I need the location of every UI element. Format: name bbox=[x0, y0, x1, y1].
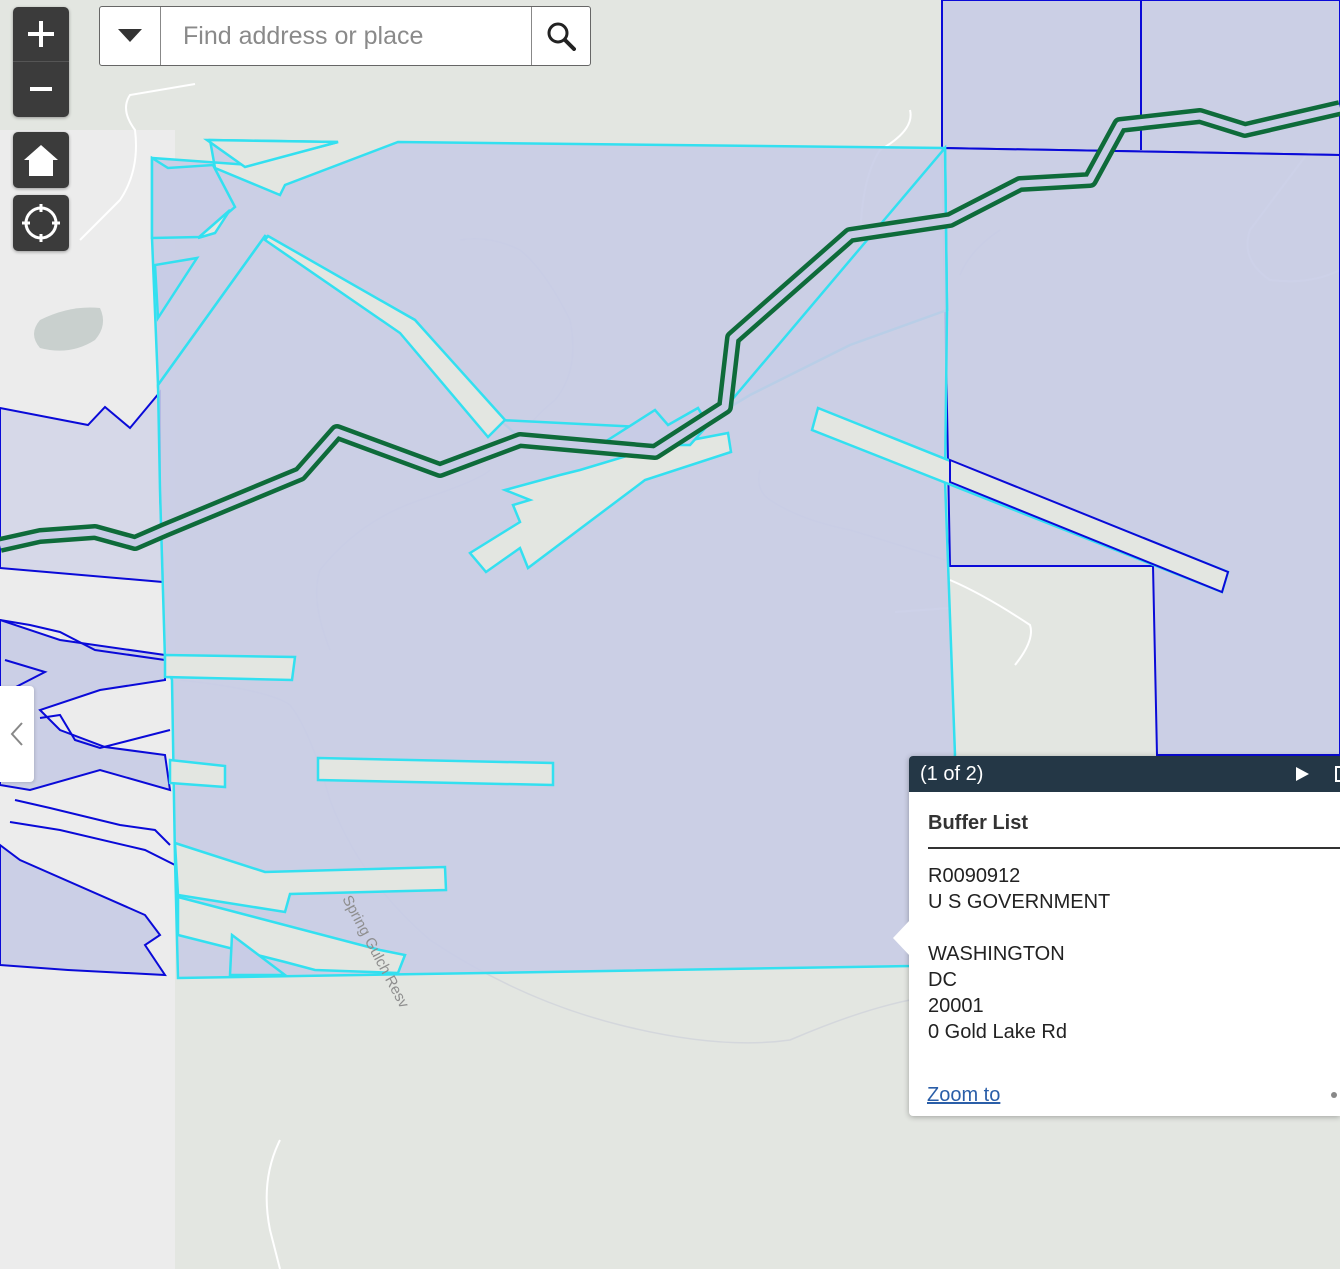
search-widget bbox=[99, 6, 591, 66]
feature-popup: (1 of 2) Buffer List R0090912 U S GOVERN… bbox=[893, 756, 1340, 1116]
search-input[interactable] bbox=[161, 7, 531, 65]
search-button[interactable] bbox=[531, 7, 590, 65]
locate-button[interactable] bbox=[13, 195, 69, 251]
popup-header: (1 of 2) bbox=[909, 756, 1340, 792]
zoom-in-button[interactable] bbox=[13, 7, 69, 62]
popup-title: Buffer List bbox=[928, 812, 1340, 849]
more-actions-icon[interactable] bbox=[1331, 1092, 1337, 1098]
zoom-out-button[interactable] bbox=[13, 62, 69, 116]
side-panel-toggle[interactable] bbox=[0, 686, 34, 782]
chevron-down-icon bbox=[118, 29, 142, 42]
owner-zip: 20001 bbox=[928, 995, 984, 1017]
popup-pointer bbox=[893, 920, 910, 956]
chevron-left-icon bbox=[10, 722, 23, 746]
search-source-dropdown[interactable] bbox=[100, 7, 161, 65]
owner-name: U S GOVERNMENT bbox=[928, 891, 1111, 913]
dock-icon[interactable] bbox=[1335, 766, 1340, 782]
locate-icon bbox=[22, 204, 60, 242]
owner-state: DC bbox=[928, 969, 957, 991]
popup-content: R0090912 U S GOVERNMENT WASHINGTON DC 20… bbox=[928, 863, 1340, 1045]
site-address: 0 Gold Lake Rd bbox=[928, 1021, 1067, 1043]
zoom-to-link[interactable]: Zoom to bbox=[927, 1084, 1000, 1107]
play-icon[interactable] bbox=[1293, 765, 1311, 783]
plus-icon bbox=[28, 21, 54, 47]
owner-city: WASHINGTON bbox=[928, 943, 1065, 965]
home-button[interactable] bbox=[13, 132, 69, 188]
parcel-id: R0090912 bbox=[928, 865, 1021, 887]
zoom-controls bbox=[13, 7, 69, 117]
search-icon bbox=[547, 22, 576, 51]
minus-icon bbox=[30, 87, 52, 91]
popup-pager: (1 of 2) bbox=[920, 762, 984, 785]
home-icon bbox=[24, 145, 58, 176]
